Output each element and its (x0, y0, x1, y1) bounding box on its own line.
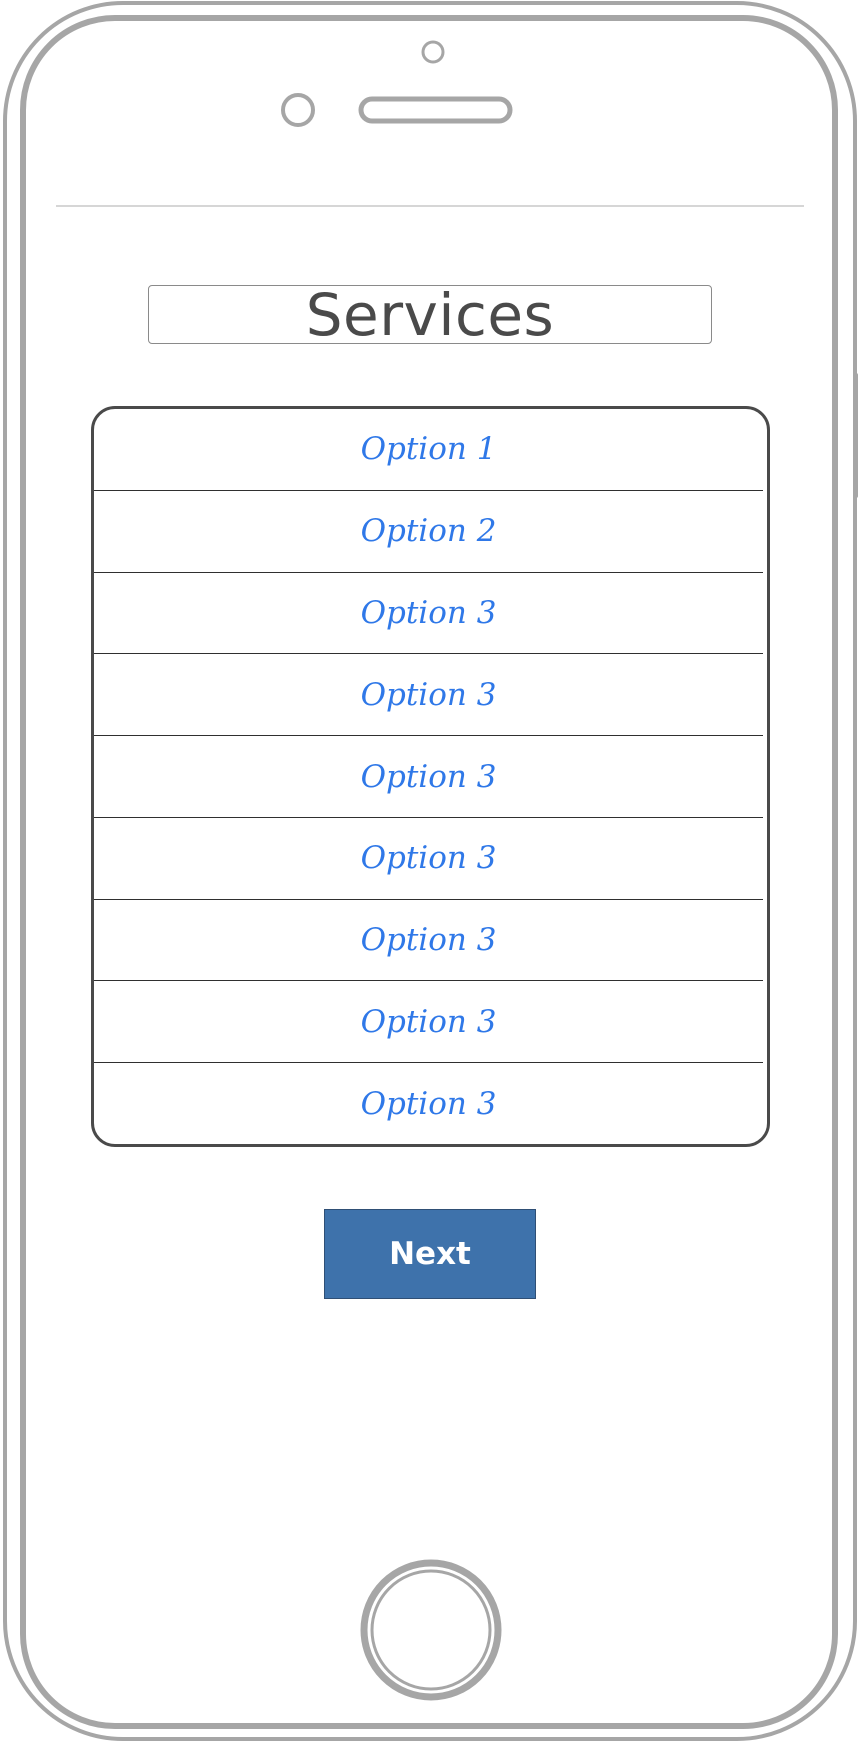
page-title-box: Services (148, 285, 712, 344)
list-item-option-8[interactable]: Option 3 (94, 981, 763, 1064)
options-list: Option 1 Option 2 Option 3 Option 3 Opti… (94, 409, 767, 1144)
phone-side-button (853, 373, 858, 498)
next-button[interactable]: Next (324, 1209, 536, 1299)
list-item-label: Option 3 (360, 1085, 497, 1122)
list-item-option-3[interactable]: Option 3 (94, 573, 763, 655)
list-item-option-1[interactable]: Option 1 (94, 409, 763, 491)
page-title: Services (305, 280, 555, 349)
list-item-label: Option 3 (360, 922, 497, 959)
list-item-option-2[interactable]: Option 2 (94, 491, 763, 573)
list-item-label: Option 3 (360, 1003, 497, 1040)
list-item-option-5[interactable]: Option 3 (94, 736, 763, 818)
list-item-option-4[interactable]: Option 3 (94, 654, 763, 737)
list-item-label: Option 3 (360, 840, 497, 877)
list-item-option-6[interactable]: Option 3 (94, 818, 763, 900)
next-button-label: Next (389, 1236, 471, 1272)
list-item-label: Option 3 (360, 758, 497, 795)
services-list: Option 1 Option 2 Option 3 Option 3 Opti… (91, 406, 770, 1147)
sensor-icon (281, 93, 315, 127)
list-item-option-9[interactable]: Option 3 (94, 1063, 763, 1144)
list-item-label: Option 3 (360, 676, 497, 713)
home-button-inner-icon (370, 1569, 492, 1691)
list-item-label: Option 3 (360, 594, 497, 631)
speaker-icon (358, 96, 513, 124)
home-button-outer-icon (360, 1559, 502, 1701)
list-item-label: Option 1 (360, 431, 497, 468)
phone-mockup: Services Option 1 Option 2 Option 3 Opti… (0, 0, 859, 1743)
camera-icon (421, 40, 445, 64)
list-item-label: Option 2 (360, 513, 497, 550)
list-item-option-7[interactable]: Option 3 (94, 900, 763, 982)
